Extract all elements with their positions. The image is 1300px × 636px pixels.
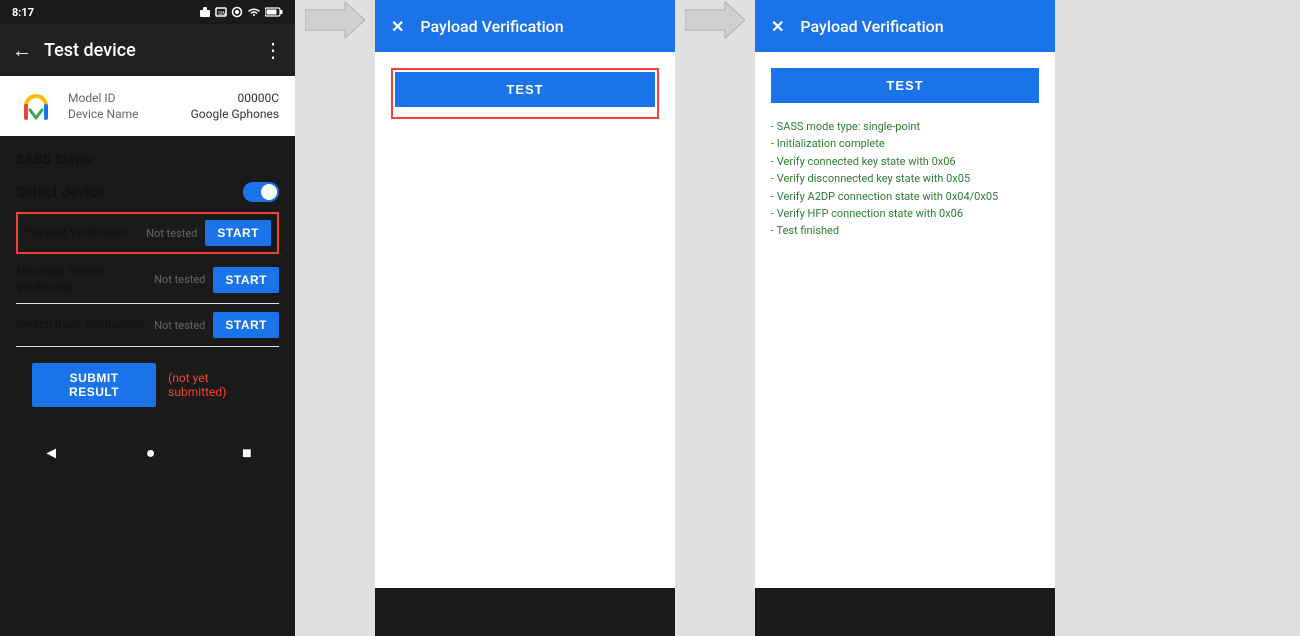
battery-icon <box>265 6 283 18</box>
phone-nav: ◄ ● ■ <box>0 429 295 477</box>
sass-section: SASS Steps: Select device Payload Verifi… <box>0 140 295 429</box>
model-value: 00000C <box>237 91 279 105</box>
select-device-row: Select device <box>16 178 279 212</box>
log-line: - Verify A2DP connection state with 0x04… <box>771 189 1039 204</box>
svg-text:SIM: SIM <box>218 11 227 17</box>
wifi-icon <box>247 6 261 18</box>
step-name-payload: Payload Verification <box>24 225 146 241</box>
step-row-payload: Payload Verification Not tested START <box>16 212 279 254</box>
select-device-toggle[interactable] <box>243 182 279 202</box>
test-button-1[interactable]: TEST <box>395 72 655 107</box>
step-name-message-stream: Message Stream Verification <box>16 264 154 295</box>
test-btn-wrapper-highlighted: TEST <box>391 68 659 119</box>
device-info-card: Model ID 00000C Device Name Google Gphon… <box>0 76 295 136</box>
log-line: - Test finished <box>771 223 1039 238</box>
step-name-switch-back: Switch Back Verification <box>16 317 154 333</box>
notification-icon <box>199 6 211 18</box>
test-button-2[interactable]: TEST <box>771 68 1039 103</box>
sass-title: SASS Steps: <box>16 152 279 168</box>
dialog-screen-1: ✕ Payload Verification TEST <box>375 0 675 636</box>
log-line: - Verify HFP connection state with 0x06 <box>771 206 1039 221</box>
log-line: - SASS mode type: single-point <box>771 119 1039 134</box>
nav-back-button[interactable]: ◄ <box>43 443 59 463</box>
nav-home-button[interactable]: ● <box>146 443 156 463</box>
app-bar: ← Test device ⋮ <box>0 24 295 76</box>
arrow-2 <box>675 0 755 40</box>
back-button[interactable]: ← <box>12 38 32 63</box>
dialog-title-1: Payload Verification <box>420 17 563 36</box>
device-logo <box>16 86 56 126</box>
submit-result-button[interactable]: SUBMIT RESULT <box>32 363 156 407</box>
model-row: Model ID 00000C <box>68 90 279 106</box>
dialog-close-1[interactable]: ✕ <box>391 17 404 36</box>
step-row-switch-back: Switch Back Verification Not tested STAR… <box>16 304 279 347</box>
device-name-row: Device Name Google Gphones <box>68 106 279 122</box>
step-list: Payload Verification Not tested START Me… <box>16 212 279 347</box>
dialog-title-2: Payload Verification <box>800 17 943 36</box>
log-output: - SASS mode type: single-point - Initiali… <box>771 119 1039 239</box>
time: 8:17 <box>12 6 34 19</box>
dialog-footer-1 <box>375 588 675 636</box>
arrow-icon-1 <box>305 0 365 40</box>
start-payload-button[interactable]: START <box>205 220 271 246</box>
nav-recent-button[interactable]: ■ <box>242 443 252 463</box>
status-icons: SIM <box>199 6 283 18</box>
log-line: - Verify connected key state with 0x06 <box>771 154 1039 169</box>
dialog-footer-2 <box>755 588 1055 636</box>
start-message-stream-button[interactable]: START <box>213 267 279 293</box>
dialog-header-2: ✕ Payload Verification <box>755 0 1055 52</box>
device-value: Google Gphones <box>191 107 279 121</box>
settings-icon <box>231 6 243 18</box>
step-status-switch-back: Not tested <box>154 319 205 332</box>
start-switch-back-button[interactable]: START <box>213 312 279 338</box>
log-line: - Initialization complete <box>771 136 1039 151</box>
submit-row: SUBMIT RESULT (not yet submitted) <box>16 347 279 423</box>
step-status-message-stream: Not tested <box>154 273 205 286</box>
dialog-screen-2: ✕ Payload Verification TEST - SASS mode … <box>755 0 1055 636</box>
step-status-payload: Not tested <box>146 227 197 240</box>
log-line: - Verify disconnected key state with 0x0… <box>771 171 1039 186</box>
status-bar: 8:17 SIM <box>0 0 295 24</box>
select-device-label: Select device <box>16 183 105 201</box>
dialog-content-1: TEST <box>375 52 675 588</box>
step-row-message-stream: Message Stream Verification Not tested S… <box>16 256 279 304</box>
sim-icon: SIM <box>215 6 227 18</box>
submit-note: (not yet submitted) <box>168 371 263 399</box>
app-title: Test device <box>44 40 263 61</box>
phone-frame: 8:17 SIM ← Test device ⋮ <box>0 0 295 636</box>
model-label: Model ID <box>68 91 115 105</box>
device-label: Device Name <box>68 107 139 121</box>
dialog-close-2[interactable]: ✕ <box>771 17 784 36</box>
arrow-1 <box>295 0 375 40</box>
arrow-icon-2 <box>685 0 745 40</box>
dialog-content-2: TEST - SASS mode type: single-point - Ini… <box>755 52 1055 588</box>
more-button[interactable]: ⋮ <box>263 38 283 62</box>
device-details: Model ID 00000C Device Name Google Gphon… <box>68 90 279 122</box>
dialog-header-1: ✕ Payload Verification <box>375 0 675 52</box>
